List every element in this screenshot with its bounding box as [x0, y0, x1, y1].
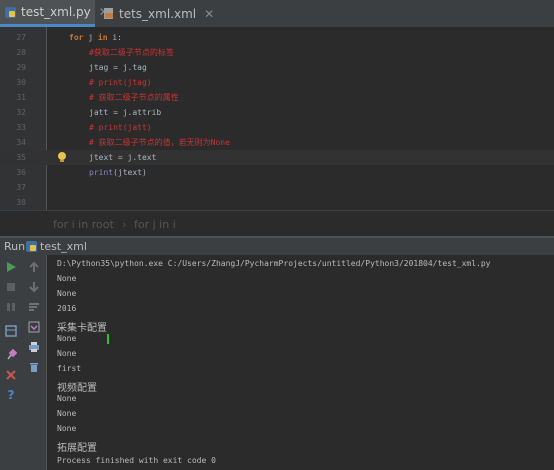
code-token: i:	[107, 33, 122, 42]
code-text: for j in i:	[69, 30, 122, 45]
line-number: 34	[16, 138, 26, 147]
close-icon[interactable]	[3, 367, 19, 383]
code-text: # print(jtag)	[89, 75, 152, 90]
console-exit-line: Process finished with exit code 0	[57, 456, 216, 465]
console-output-line: None	[57, 409, 77, 418]
tab-label: test_xml.py	[21, 5, 91, 19]
code-line[interactable]: 35 jtext = j.text	[0, 150, 554, 165]
line-number: 38	[16, 198, 26, 207]
code-line[interactable]: 37	[0, 180, 554, 195]
code-line[interactable]: 36 print(jtext)	[0, 165, 554, 180]
code-token: # print(jatt)	[89, 123, 152, 132]
text-cursor	[107, 334, 109, 344]
code-line[interactable]: 28 #获取二级子节点的标签	[0, 45, 554, 60]
arrow-up-icon[interactable]	[26, 259, 42, 275]
tab-label: tets_xml.xml	[119, 6, 197, 21]
code-token: jatt = j.attrib	[89, 108, 162, 117]
lightbulb-icon[interactable]	[56, 151, 68, 163]
code-editor[interactable]: 27 for j in i: 28 #获取二级子节点的标签 29 jtag = j.tag…	[0, 27, 554, 210]
trash-icon[interactable]	[26, 359, 42, 375]
code-line[interactable]: 32 jatt = j.attrib	[0, 105, 554, 120]
python-file-icon	[26, 241, 37, 255]
code-token: (jtext)	[113, 168, 147, 177]
code-text: jtext = j.text	[89, 150, 156, 165]
tab-test-xml-py[interactable]: test_xml.py ✕	[0, 0, 109, 27]
line-number: 27	[16, 33, 26, 42]
code-token: in	[97, 33, 108, 42]
close-icon[interactable]: ✕	[204, 7, 214, 21]
line-number: 31	[16, 93, 26, 102]
console-output-line: None	[57, 274, 77, 283]
breadcrumb-item[interactable]: for j in i	[134, 218, 176, 231]
arrow-down-icon[interactable]	[26, 279, 42, 295]
run-panel-header: Run test_xml	[0, 236, 554, 257]
run-left-toolbar: ?	[0, 255, 23, 470]
line-number: 33	[16, 123, 26, 132]
code-line[interactable]: 27 for j in i:	[0, 30, 554, 45]
console-output-line: 采集卡配置	[57, 323, 107, 334]
help-icon[interactable]: ?	[3, 387, 19, 403]
code-text: print(jtext)	[89, 165, 147, 180]
code-token: # 获取二级子节点的属性	[89, 93, 179, 102]
code-text: jatt = j.attrib	[89, 105, 161, 120]
code-text: # 获取二级子节点的属性	[89, 90, 179, 105]
line-number: 29	[16, 63, 26, 72]
console-toolbar	[22, 255, 47, 470]
run-config-name[interactable]: test_xml	[40, 240, 87, 253]
print-icon[interactable]	[26, 339, 42, 355]
console-output-line: 视频配置	[57, 383, 97, 394]
pause-button[interactable]	[3, 299, 19, 315]
code-token: # print(jtag)	[89, 78, 152, 87]
breadcrumb-separator: ›	[122, 218, 127, 231]
line-number: 36	[16, 168, 26, 177]
code-token: jtag = j.tag	[89, 63, 147, 72]
console-output-line: 2016	[57, 304, 77, 313]
line-number: 30	[16, 78, 26, 87]
run-button[interactable]	[3, 259, 19, 275]
code-line[interactable]: 29 jtag = j.tag	[0, 60, 554, 75]
code-text: #获取二级子节点的标签	[89, 45, 174, 60]
console-output-line: None	[57, 334, 77, 343]
run-label: Run	[4, 240, 26, 253]
editor-tab-bar: test_xml.py ✕ tets_xml.xml ✕	[0, 0, 554, 28]
scroll-to-end-icon[interactable]	[26, 319, 42, 335]
breadcrumb-item[interactable]: for i in root	[53, 218, 114, 231]
code-token: jtext = j.text	[89, 153, 157, 162]
console-output-line: None	[57, 349, 77, 358]
console-output-line: 拓展配置	[57, 443, 97, 454]
code-line[interactable]: 31 # 获取二级子节点的属性	[0, 90, 554, 105]
python-file-icon	[4, 6, 17, 19]
line-number: 35	[16, 153, 26, 162]
console-output-line: None	[57, 289, 77, 298]
soft-wrap-icon[interactable]	[26, 299, 42, 315]
stop-button[interactable]	[3, 279, 19, 295]
pin-icon[interactable]	[3, 347, 19, 363]
line-number: 37	[16, 183, 26, 192]
code-token: j	[83, 33, 98, 42]
code-text: # 获取二级子节点的值，若无则为None	[89, 135, 230, 150]
code-line[interactable]: 33 # print(jatt)	[0, 120, 554, 135]
code-text: # print(jatt)	[89, 120, 152, 135]
layout-icon[interactable]	[3, 323, 19, 339]
tab-tets-xml-xml[interactable]: tets_xml.xml ✕	[98, 0, 214, 27]
code-token: print	[89, 168, 114, 177]
code-token: for	[69, 33, 84, 42]
code-line[interactable]: 38	[0, 195, 554, 210]
console-command-line: D:\Python35\python.exe C:/Users/ZhangJ/P…	[57, 259, 491, 268]
run-console-output[interactable]: D:\Python35\python.exe C:/Users/ZhangJ/P…	[47, 255, 554, 470]
console-output-line: None	[57, 394, 77, 403]
code-text: jtag = j.tag	[89, 60, 147, 75]
code-line[interactable]: 34 # 获取二级子节点的值，若无则为None	[0, 135, 554, 150]
code-token: #获取二级子节点的标签	[89, 48, 174, 57]
console-output-line: None	[57, 424, 77, 433]
code-line[interactable]: 30 # print(jtag)	[0, 75, 554, 90]
line-number: 32	[16, 108, 26, 117]
breadcrumb: for i in root › for j in i	[0, 210, 554, 237]
xml-file-icon	[102, 7, 115, 20]
console-output-line: first	[57, 364, 82, 373]
code-token: # 获取二级子节点的值，若无则为None	[89, 138, 230, 147]
line-number: 28	[16, 48, 26, 57]
